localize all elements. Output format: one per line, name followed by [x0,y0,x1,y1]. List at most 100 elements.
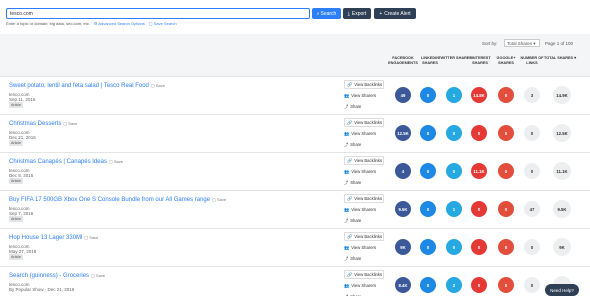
result-title[interactable]: Christmas Canapés | Canapés Ideas ▢ Save [9,159,123,165]
advanced-search-link[interactable]: ⚙ Advanced Search Options [94,21,145,26]
share-button[interactable]: ⤴Share [344,292,384,296]
twitter-shares-value: 0 [446,125,462,141]
download-icon: ⤓ [347,10,350,17]
result-title[interactable]: Buy FIFA 17 500GB Xbox One S Console Bun… [9,197,226,203]
need-help-button[interactable]: Need Help? [545,284,579,296]
users-icon: 👥 [344,282,350,288]
view-sharers-label: View Sharers [351,169,377,174]
share-button[interactable]: ⤴Share [344,254,384,263]
result-row: Christmas Desserts ▢ Save tesco.com Dec 2… [0,114,590,152]
view-sharers-button[interactable]: 👥 View Sharers [344,129,384,138]
save-link[interactable]: ▢ Save [84,235,98,240]
linkedin-shares-value: 0 [420,87,436,103]
view-backlinks-label: View Backlinks [354,234,383,239]
view-backlinks-label: View Backlinks [354,272,383,277]
linkedin-shares-value: 0 [420,277,436,293]
result-title[interactable]: Search (guinness) - Groceries ▢ Save [9,273,105,279]
result-title-text[interactable]: Hop House 13 Lager 330Ml [9,235,82,241]
save-link[interactable]: ▢ Save [91,273,105,278]
export-label: Export [351,10,367,17]
twitter-shares-value: 1 [446,201,462,217]
pinterest-shares-value: 14.8K [471,87,487,103]
linkedin-shares-value: 0 [420,201,436,217]
row-actions: 🔗View Backlinks 👥View Sharers ⤴Share [344,80,384,113]
result-title-text[interactable]: Christmas Canapés | Canapés Ideas [9,159,107,165]
save-label: Save [95,273,106,278]
view-sharers-button[interactable]: 👥 View Sharers [344,167,384,176]
search-input[interactable] [6,8,310,19]
sort-control: Sort by: Total Shares ▾ [482,39,540,47]
save-link[interactable]: ▢ Save [212,197,226,202]
col-header-total[interactable]: TOTAL SHARES ▾ [543,56,577,61]
result-date: By Popular Show - Dec 21, 2016 [9,287,75,292]
save-link[interactable]: ▢ Save [109,159,123,164]
view-backlinks-button[interactable]: 🔗 View Backlinks [344,118,384,127]
number-of-links-value: 0 [524,163,540,179]
view-sharers-button[interactable]: 👥 View Sharers [344,243,384,252]
users-icon: 👥 [344,168,350,174]
googleplus-shares-value: 0 [498,277,514,293]
view-backlinks-button[interactable]: 🔗 View Backlinks [344,232,384,241]
save-label: Save [89,235,99,240]
googleplus-shares-value: 0 [498,239,514,255]
row-actions: 🔗View Backlinks 👥View Sharers ⤴Share [344,270,384,296]
save-label: Save [217,197,227,202]
users-icon: 👥 [344,244,350,250]
view-sharers-button[interactable]: 👥 View Sharers [344,91,384,100]
top-bar: ⌕ Search ⤓ Export + Create Alert Enter a… [0,0,590,34]
result-title-text[interactable]: Buy FIFA 17 500GB Xbox One S Console Bun… [9,197,210,203]
twitter-shares-value: 0 [446,239,462,255]
view-sharers-label: View Sharers [351,131,377,136]
link-icon: 🔗 [347,271,353,277]
view-sharers-button[interactable]: 👥 View Sharers [344,205,384,214]
share-label: Share [350,180,362,185]
search-hint: Enter a topic or domain; big data, seo.c… [6,21,177,26]
result-row: Hop House 13 Lager 330Ml ▢ Save tesco.com… [0,228,590,266]
users-icon: 👥 [344,130,350,136]
googleplus-shares-value: 0 [498,87,514,103]
row-actions: 🔗View Backlinks 👥View Sharers ⤴Share [344,232,384,265]
search-button-label: Search [320,10,337,17]
number-of-links-value: 0 [524,277,540,293]
pinterest-shares-value: 0 [471,125,487,141]
share-button[interactable]: ⤴Share [344,216,384,225]
link-icon: 🔗 [347,195,353,201]
result-title-text[interactable]: Sweet potato, lentil and feta salad | Te… [9,83,149,89]
view-backlinks-button[interactable]: 🔗 View Backlinks [344,156,384,165]
row-divider [0,76,590,77]
result-title-text[interactable]: Christmas Desserts [9,121,61,127]
view-backlinks-button[interactable]: 🔗 View Backlinks [344,270,384,279]
export-button[interactable]: ⤓ Export [343,8,371,19]
view-sharers-button[interactable]: 👥 View Sharers [344,281,384,290]
share-label: Share [350,218,362,223]
save-search-link[interactable]: ▢ Save Search [149,21,177,26]
linkedin-shares-value: 0 [420,163,436,179]
content-type-badge: Article [9,102,23,108]
share-button[interactable]: ⤴Share [344,178,384,187]
save-search-label: Save Search [153,21,177,26]
total-shares-value: 9K [553,238,571,256]
twitter-shares-value: 0 [446,163,462,179]
share-button[interactable]: ⤴Share [344,140,384,149]
row-divider [0,266,590,267]
twitter-shares-value: 1 [446,87,462,103]
result-title[interactable]: Sweet potato, lentil and feta salad | Te… [9,83,165,89]
result-title[interactable]: Hop House 13 Lager 330Ml ▢ Save [9,235,98,241]
save-link[interactable]: ▢ Save [63,121,77,126]
share-icon: ⤴ [344,217,349,223]
share-icon: ⤴ [344,141,349,147]
result-title-text[interactable]: Search (guinness) - Groceries [9,273,89,279]
view-backlinks-button[interactable]: 🔗 View Backlinks [344,80,384,89]
share-button[interactable]: ⤴Share [344,102,384,111]
create-alert-button[interactable]: + Create Alert [374,8,416,19]
save-link[interactable]: ▢ Save [151,83,165,88]
search-button[interactable]: ⌕ Search [312,8,341,19]
googleplus-shares-value: 0 [498,125,514,141]
view-backlinks-button[interactable]: 🔗 View Backlinks [344,194,384,203]
facebook-engagements-value: 9.5K [395,201,411,217]
view-backlinks-label: View Backlinks [354,120,383,125]
result-title[interactable]: Christmas Desserts ▢ Save [9,121,77,127]
total-shares-value: 14.9K [553,86,571,104]
sort-select[interactable]: Total Shares ▾ [504,39,540,47]
view-sharers-label: View Sharers [351,93,377,98]
